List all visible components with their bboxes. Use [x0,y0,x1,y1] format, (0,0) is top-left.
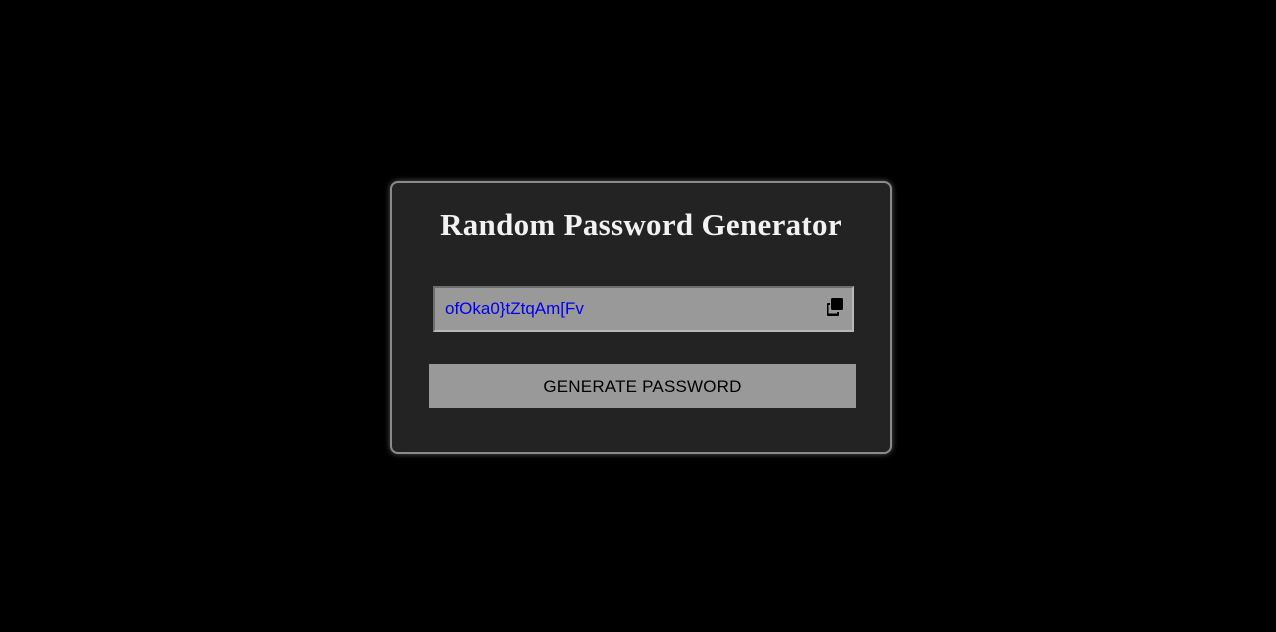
copy-icon[interactable] [824,296,846,318]
page-title: Random Password Generator [440,207,842,242]
password-output-field[interactable]: ofOka0}tZtqAm[Fv [433,286,854,332]
password-generator-card: Random Password Generator ofOka0}tZtqAm[… [390,181,892,454]
password-value[interactable]: ofOka0}tZtqAm[Fv [445,299,584,319]
generate-password-button[interactable]: GENERATE PASSWORD [429,364,856,408]
